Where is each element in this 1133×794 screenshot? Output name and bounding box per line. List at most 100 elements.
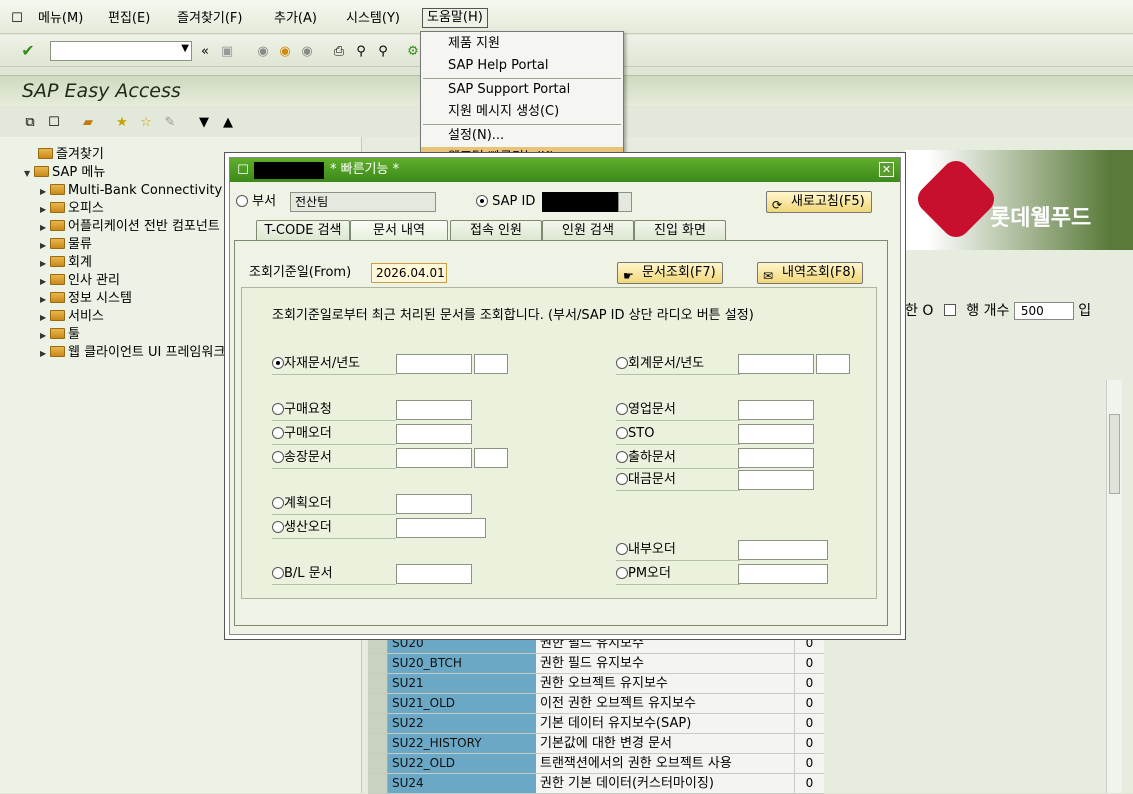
menu-system[interactable]: 시스템(Y) (342, 9, 404, 29)
table-row[interactable]: SU20_BTCH 권한 필드 유지보수 0 (368, 654, 824, 674)
print-icon[interactable]: ⎙ (330, 43, 348, 59)
option-internal-order[interactable]: 내부오더 (616, 540, 676, 560)
sap-menu-icon[interactable]: ☐ (8, 9, 26, 27)
add-favorite-icon[interactable]: ★ (114, 114, 130, 130)
radio-icon[interactable] (272, 497, 284, 509)
accounting-doc-field[interactable] (738, 354, 814, 374)
table-row[interactable]: SU21 권한 오브젝트 유지보수 0 (368, 674, 824, 694)
tree-item[interactable]: ▶ 툴 (40, 326, 80, 344)
option-accounting-doc[interactable]: 회계문서/년도 (616, 354, 704, 374)
delivery-doc-field[interactable] (738, 448, 814, 468)
close-icon[interactable]: ✕ (879, 162, 894, 177)
tree-item[interactable]: ▶ 웹 클라이언트 UI 프레임워크 (40, 344, 225, 362)
row-selector[interactable] (368, 754, 388, 773)
option-purchase-order[interactable]: 구매오더 (272, 424, 332, 444)
tcode-cell[interactable]: SU22 (388, 714, 536, 733)
tab-document-history[interactable]: 문서 내역 (350, 220, 448, 242)
collapse-down-icon[interactable]: ▼ (196, 114, 212, 130)
expand-icon[interactable]: ▶ (40, 255, 50, 272)
invoice-year-field[interactable] (474, 448, 508, 468)
radio-icon[interactable] (272, 521, 284, 533)
sapid-radio[interactable]: SAP ID (476, 192, 535, 212)
checkbox[interactable] (943, 304, 956, 316)
expand-icon[interactable]: ▶ (40, 273, 50, 290)
help-item-product-support[interactable]: 제품 지원 (421, 33, 623, 55)
expand-icon[interactable]: ▼ (24, 165, 34, 182)
material-year-field[interactable] (474, 354, 508, 374)
table-row[interactable]: SU22 기본 데이터 유지보수(SAP) 0 (368, 714, 824, 734)
expand-icon[interactable]: ▶ (40, 291, 50, 308)
edit-icon[interactable]: ✎ (162, 114, 178, 130)
row-selector[interactable] (368, 654, 388, 673)
help-item-support-portal[interactable]: SAP Support Portal (421, 79, 623, 101)
purchase-order-field[interactable] (396, 424, 472, 444)
collapse-up-icon[interactable]: ▲ (220, 114, 236, 130)
help-item-settings[interactable]: 설정(N)... (421, 125, 623, 147)
production-order-field[interactable] (396, 518, 486, 538)
chevron-down-icon[interactable]: ▼ (181, 43, 189, 54)
sap-menu-toggle-icon[interactable]: ☐ (46, 114, 62, 130)
radio-icon[interactable] (616, 427, 628, 439)
expand-icon[interactable]: ▶ (40, 183, 50, 200)
find-next-icon[interactable]: ⚲ (374, 43, 392, 59)
history-query-button[interactable]: ✉ 내역조회(F8) (757, 262, 863, 284)
option-planned-order[interactable]: 계획오더 (272, 494, 332, 514)
tab-entry-screen[interactable]: 진입 화면 (634, 220, 726, 241)
row-selector[interactable] (368, 714, 388, 733)
option-bl-doc[interactable]: B/L 문서 (272, 564, 333, 584)
radio-icon[interactable] (236, 195, 248, 207)
option-invoice[interactable]: 송장문서 (272, 448, 332, 468)
save-icon[interactable]: ▣ (218, 43, 236, 59)
option-sto[interactable]: STO (616, 424, 654, 444)
radio-icon[interactable] (616, 451, 628, 463)
date-field[interactable]: 2026.04.01 (371, 263, 447, 283)
expand-icon[interactable]: ▶ (40, 237, 50, 254)
option-purchase-req[interactable]: 구매요청 (272, 400, 332, 420)
expand-icon[interactable]: ▶ (40, 327, 50, 344)
refresh-button[interactable]: ⟳ 새로고침(F5) (766, 191, 872, 213)
planned-order-field[interactable] (396, 494, 472, 514)
table-row[interactable]: SU21_OLD 이전 권한 오브젝트 유지보수 0 (368, 694, 824, 714)
row-count-field[interactable]: 500 (1013, 302, 1074, 320)
command-field[interactable]: ▼ (50, 41, 192, 61)
help-item-help-portal[interactable]: SAP Help Portal (421, 55, 623, 77)
menu-menu[interactable]: 메뉴(M) (34, 9, 87, 29)
tree-item-sap-menu[interactable]: ▼ SAP 메뉴 (24, 164, 105, 182)
document-query-button[interactable]: ☛ 문서조회(F7) (617, 262, 723, 284)
menu-favorites[interactable]: 즐겨찾기(F) (173, 9, 246, 29)
tree-item[interactable]: ▶ 오피스 (40, 200, 104, 218)
delete-favorite-icon[interactable]: ☆ (138, 114, 154, 130)
tab-tcode-search[interactable]: T-CODE 검색 (256, 220, 350, 241)
purchase-req-field[interactable] (396, 400, 472, 420)
option-sales-doc[interactable]: 영업문서 (616, 400, 676, 420)
tcode-cell[interactable]: SU22_OLD (388, 754, 536, 773)
menu-extras[interactable]: 추가(A) (270, 9, 321, 29)
tree-item-favorites[interactable]: 즐겨찾기 (28, 146, 104, 164)
help-item-create-message[interactable]: 지원 메시지 생성(C) (421, 101, 623, 123)
menu-edit[interactable]: 편집(E) (104, 9, 154, 29)
option-payment-doc[interactable]: 대금문서 (616, 470, 676, 490)
row-selector[interactable] (368, 694, 388, 713)
tcode-cell[interactable]: SU21 (388, 674, 536, 693)
radio-icon[interactable] (476, 195, 488, 207)
tree-item[interactable]: ▶ 서비스 (40, 308, 104, 326)
user-menu-icon[interactable]: ▰ (80, 114, 96, 130)
radio-icon[interactable] (616, 473, 628, 485)
accounting-year-field[interactable] (816, 354, 850, 374)
double-left-icon[interactable]: « (198, 43, 212, 59)
enter-check-icon[interactable]: ✔ (18, 42, 38, 60)
internal-order-field[interactable] (738, 540, 828, 560)
option-material-doc[interactable]: 자재문서/년도 (272, 354, 360, 374)
sales-doc-field[interactable] (738, 400, 814, 420)
scroll-thumb[interactable] (1109, 414, 1120, 494)
radio-icon[interactable] (616, 403, 628, 415)
tree-item[interactable]: ▶ Multi-Bank Connectivity (40, 182, 222, 200)
row-selector[interactable] (368, 674, 388, 693)
radio-icon[interactable] (272, 451, 284, 463)
sto-field[interactable] (738, 424, 814, 444)
tcode-cell[interactable]: SU20_BTCH (388, 654, 536, 673)
material-doc-field[interactable] (396, 354, 472, 374)
radio-icon[interactable] (272, 403, 284, 415)
expand-icon[interactable]: ▶ (40, 201, 50, 218)
table-row[interactable]: SU22_HISTORY 기본값에 대한 변경 문서 0 (368, 734, 824, 754)
